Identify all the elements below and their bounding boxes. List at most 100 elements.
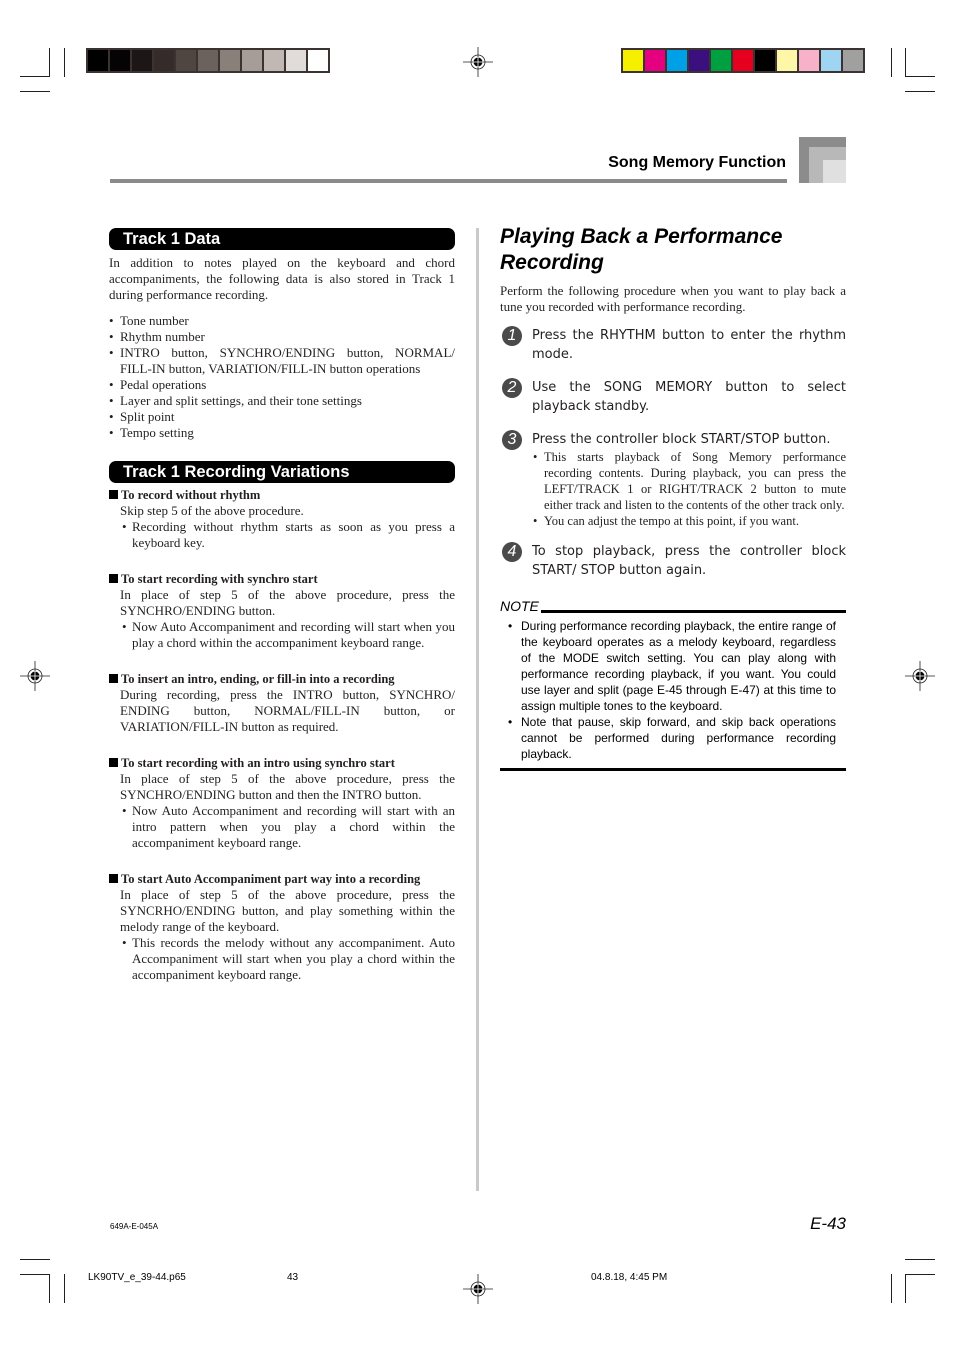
list-item: Tone number (109, 313, 455, 329)
step-bullet: This starts playback of Song Memory perf… (500, 449, 846, 513)
grayscale-color-bar (86, 48, 330, 73)
crop-mark (905, 1259, 935, 1260)
color-swatch (711, 50, 733, 71)
color-swatch (286, 50, 308, 71)
color-swatch (733, 50, 755, 71)
subsection-title: To insert an intro, ending, or fill-in i… (109, 671, 455, 687)
step-number-icon: 3 (502, 430, 522, 450)
subsection-body: In place of step 5 of the above procedur… (120, 771, 455, 802)
subsection-title: To start recording with an intro using s… (109, 755, 455, 771)
track1-data-intro: In addition to notes played on the keybo… (109, 255, 455, 302)
list-item: Rhythm number (109, 329, 455, 345)
subsection-title: To record without rhythm (109, 487, 455, 503)
page-tab-decoration (823, 160, 846, 183)
subsection-body: Skip step 5 of the above procedure. (120, 503, 304, 518)
crop-mark (905, 1274, 935, 1275)
note-rule (540, 610, 846, 613)
header-rule (110, 179, 787, 183)
slug-date: 04.8.18, 4:45 PM (591, 1272, 668, 1283)
subsection-bullet: Recording without rhythm starts as soon … (109, 519, 455, 551)
color-swatch (264, 50, 286, 71)
procedure-intro: Perform the following procedure when you… (500, 283, 846, 314)
crop-mark (905, 1274, 906, 1303)
subsection-title: To start Auto Accompaniment part way int… (109, 871, 455, 887)
section-header-title: Song Memory Function (608, 154, 786, 171)
subsection-title: To start recording with synchro start (109, 571, 455, 587)
color-swatch (198, 50, 220, 71)
color-swatch (821, 50, 843, 71)
crop-mark (905, 91, 935, 92)
color-swatch (176, 50, 198, 71)
note-bottom-rule (500, 768, 846, 771)
crop-mark (64, 1274, 65, 1303)
registration-mark-icon (20, 661, 50, 691)
color-swatch (755, 50, 777, 71)
color-swatch (308, 50, 328, 71)
slug-page: 43 (287, 1272, 299, 1283)
list-item: Split point (109, 409, 455, 425)
color-swatch (110, 50, 132, 71)
color-swatch (132, 50, 154, 71)
color-swatch (799, 50, 821, 71)
page-title: Playing Back a Performance Recording (500, 225, 783, 274)
subsection-bullet: Now Auto Accompaniment and recording wil… (109, 803, 455, 851)
step-number-icon: 2 (502, 378, 522, 398)
step-bullet: You can adjust the tempo at this point, … (500, 513, 846, 529)
crop-mark (20, 76, 50, 77)
cmyk-color-bar (621, 48, 865, 73)
crop-mark (64, 48, 65, 77)
square-bullet-icon (109, 574, 118, 583)
color-swatch (220, 50, 242, 71)
color-swatch (242, 50, 264, 71)
step-number-icon: 4 (502, 542, 522, 562)
color-swatch (88, 50, 110, 71)
crop-mark (891, 1274, 892, 1303)
list-item: INTRO button, SYNCHRO/ENDING button, NOR… (109, 345, 455, 377)
color-swatch (623, 50, 645, 71)
subsection-bullet: Now Auto Accompaniment and recording wil… (109, 619, 455, 651)
list-item: Pedal operations (109, 377, 455, 393)
subsection-body: During recording, press the INTRO button… (120, 687, 455, 734)
color-swatch (667, 50, 689, 71)
slug-filename: LK90TV_e_39-44.p65 (88, 1272, 186, 1283)
column-divider (476, 228, 479, 1191)
square-bullet-icon (109, 874, 118, 883)
square-bullet-icon (109, 490, 118, 499)
procedure-step: 3 Press the controller block START/STOP … (500, 430, 846, 450)
color-swatch (843, 50, 863, 71)
page-number: E-43 (810, 1214, 846, 1233)
procedure-step: 2 Use the SONG MEMORY button to select p… (500, 378, 846, 416)
note-box: NOTE During performance recording playba… (500, 598, 846, 771)
track1-data-heading: Track 1 Data (109, 228, 455, 250)
crop-mark (20, 91, 50, 92)
square-bullet-icon (109, 674, 118, 683)
registration-mark-icon (463, 1274, 493, 1304)
crop-mark (49, 48, 50, 77)
subsection-bullet: This records the melody without any acco… (109, 935, 455, 983)
note-label: NOTE (500, 598, 539, 614)
list-item: Layer and split settings, and their tone… (109, 393, 455, 409)
crop-mark (49, 1274, 50, 1303)
crop-mark (20, 1259, 50, 1260)
subsection-body: In place of step 5 of the above procedur… (120, 587, 455, 618)
note-item: Note that pause, skip forward, and skip … (500, 714, 846, 762)
color-swatch (154, 50, 176, 71)
registration-mark-icon (463, 47, 493, 77)
procedure-step: 1 Press the RHYTHM button to enter the r… (500, 326, 846, 364)
note-item: During performance recording playback, t… (500, 618, 846, 714)
color-swatch (689, 50, 711, 71)
crop-mark (905, 76, 935, 77)
crop-mark (905, 48, 906, 77)
track1-data-list: Tone number Rhythm number INTRO button, … (109, 313, 455, 441)
right-column: Playing Back a Performance Recording Per… (500, 224, 846, 771)
recording-variations-heading: Track 1 Recording Variations (109, 461, 455, 483)
list-item: Tempo setting (109, 425, 455, 441)
document-code: 649A-E-045A (110, 1222, 159, 1231)
procedure-step: 4 To stop playback, press the controller… (500, 542, 846, 580)
color-swatch (645, 50, 667, 71)
square-bullet-icon (109, 758, 118, 767)
color-swatch (777, 50, 799, 71)
crop-mark (20, 1274, 50, 1275)
crop-mark (891, 48, 892, 77)
subsection-body: In place of step 5 of the above procedur… (120, 887, 455, 934)
